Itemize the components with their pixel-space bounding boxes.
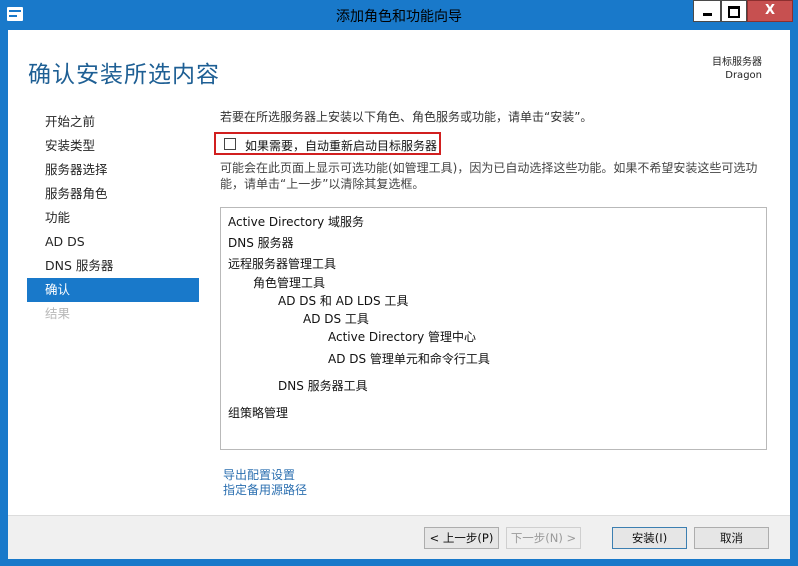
previous-button[interactable]: < 上一步(P) [424, 527, 499, 549]
feature-dns-server-tools: DNS 服务器工具 [278, 379, 368, 393]
feature-ad-ds-lds-tools: AD DS 和 AD LDS 工具 [278, 294, 409, 308]
nav-item-results: 结果 [45, 306, 71, 321]
feature-ad-admin-center: Active Directory 管理中心 [328, 330, 477, 344]
nav-item-server-selection[interactable]: 服务器选择 [27, 158, 199, 182]
minimize-button[interactable] [693, 0, 721, 22]
next-button: 下一步(N) > [506, 527, 581, 549]
cancel-button[interactable]: 取消 [694, 527, 769, 549]
wizard-client-area: 确认安装所选内容 目标服务器 Dragon 开始之前 安装类型 服务器选择 服务… [8, 30, 790, 559]
feature-role-admin-tools: 角色管理工具 [253, 276, 326, 290]
alternate-source-link[interactable]: 指定备用源路径 [223, 481, 307, 498]
nav-item-ad-ds[interactable]: AD DS [27, 230, 199, 254]
wizard-footer: < 上一步(P) 下一步(N) > 安装(I) 取消 [8, 515, 790, 559]
feature-dns-server: DNS 服务器 [228, 236, 294, 250]
install-button[interactable]: 安装(I) [612, 527, 687, 549]
feature-ad-domain-services: Active Directory 域服务 [228, 215, 365, 229]
feature-ad-ds-tools: AD DS 工具 [303, 312, 369, 326]
nav-item-confirmation[interactable]: 确认 [27, 278, 199, 302]
nav-item-installation-type[interactable]: 安装类型 [27, 134, 199, 158]
minimize-icon [702, 13, 712, 16]
info-line-1: 可能会在此页面上显示可选功能(如管理工具)，因为已自动选择这些功能。如果不希望安… [220, 161, 758, 175]
info-line-2: 能，请单击“上一步”以清除其复选框。 [220, 177, 425, 191]
nav-item-features[interactable]: 功能 [27, 206, 199, 230]
window-title: 添加角色和功能向导 [336, 9, 462, 25]
optional-features-info: 可能会在此页面上显示可选功能(如管理工具)，因为已自动选择这些功能。如果不希望安… [220, 160, 772, 192]
intro-text: 若要在所选服务器上安装以下角色、角色服务或功能，请单击“安装”。 [220, 110, 593, 124]
restart-label[interactable]: 如果需要，自动重新启动目标服务器 [245, 137, 437, 154]
restart-checkbox[interactable] [224, 138, 236, 150]
target-server-label: 目标服务器 [712, 57, 762, 68]
target-server-info: 目标服务器 Dragon [712, 56, 762, 82]
feature-rsat: 远程服务器管理工具 [228, 257, 337, 271]
wizard-nav: 开始之前 安装类型 服务器选择 服务器角色 功能 AD DS DNS 服务器 确… [27, 110, 199, 326]
page-title: 确认安装所选内容 [28, 62, 220, 88]
restart-option: 如果需要，自动重新启动目标服务器 [214, 132, 441, 155]
maximize-icon [728, 6, 740, 18]
maximize-button[interactable] [721, 0, 747, 22]
nav-item-server-roles[interactable]: 服务器角色 [27, 182, 199, 206]
title-bar: 添加角色和功能向导 X [0, 0, 798, 30]
nav-item-before-you-begin[interactable]: 开始之前 [27, 110, 199, 134]
feature-group-policy-mgmt: 组策略管理 [228, 406, 289, 420]
target-server-name: Dragon [725, 70, 762, 81]
features-list[interactable]: Active Directory 域服务 DNS 服务器 远程服务器管理工具 角… [220, 207, 767, 450]
feature-ad-ds-snapins: AD DS 管理单元和命令行工具 [328, 352, 490, 366]
close-button[interactable]: X [747, 0, 793, 22]
nav-item-dns-server[interactable]: DNS 服务器 [27, 254, 199, 278]
